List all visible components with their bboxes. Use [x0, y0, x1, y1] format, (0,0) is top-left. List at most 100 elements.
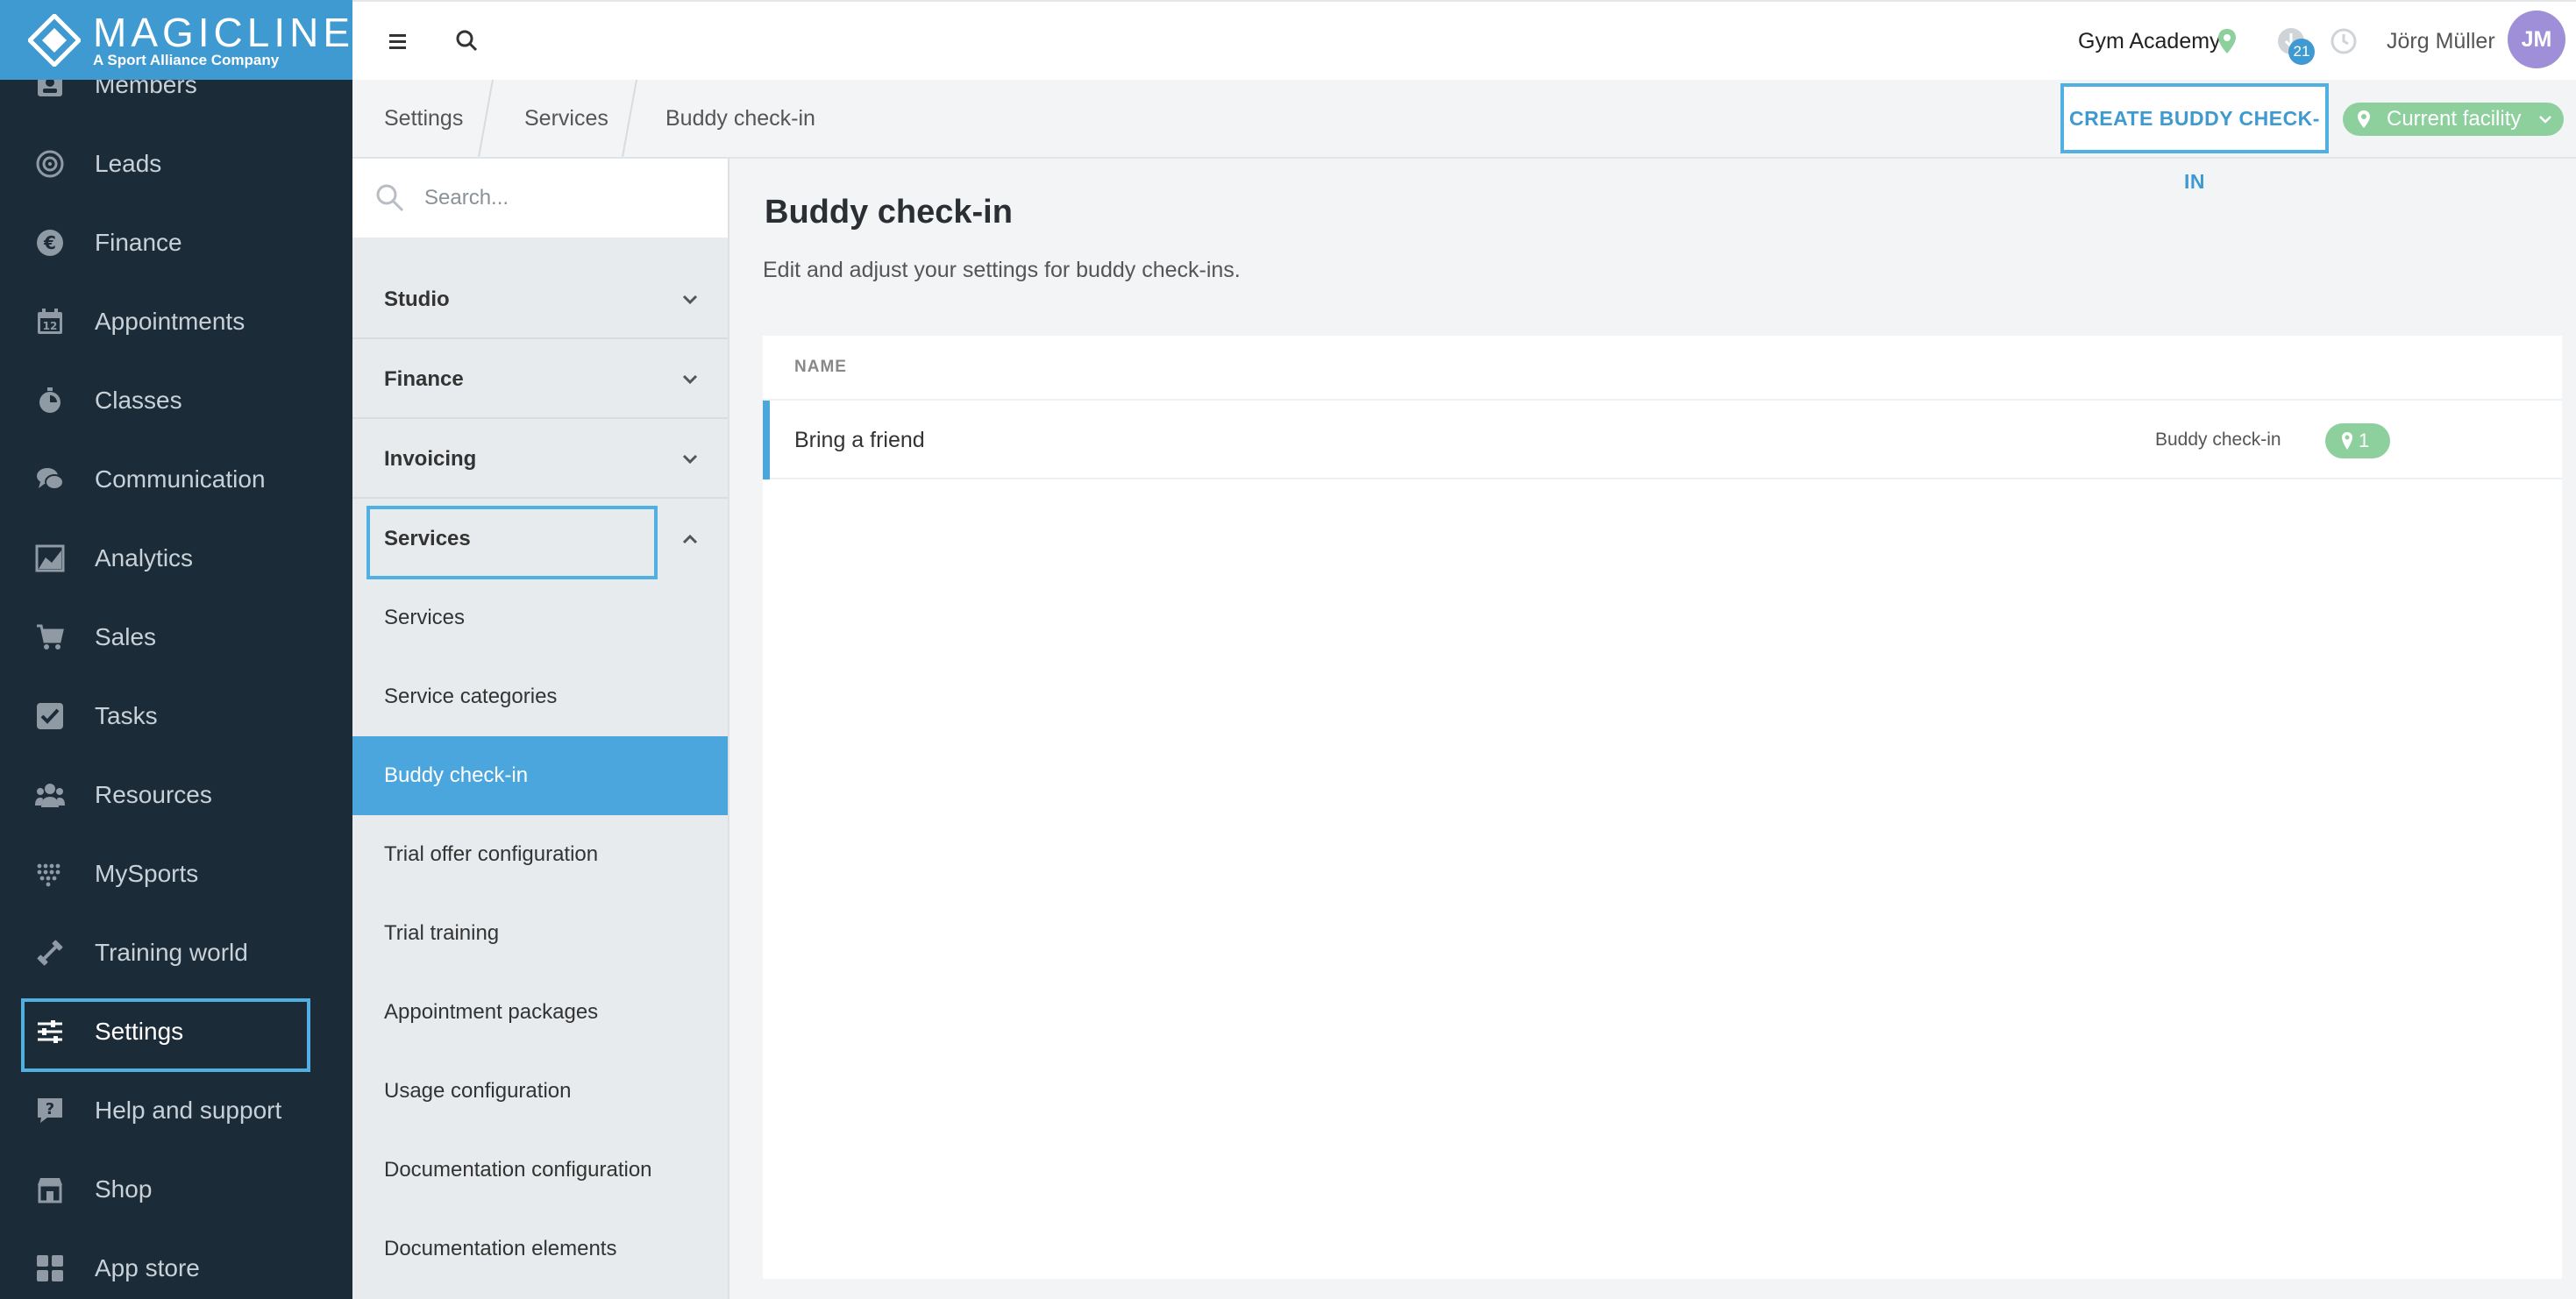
chevron-up-icon: [682, 534, 698, 544]
subnav-item-buddy-check-in[interactable]: Buddy check-in: [352, 736, 728, 815]
subnav-group-studio[interactable]: Studio: [352, 260, 728, 339]
chart-area-icon: [35, 544, 65, 572]
subnav-group-label: Finance: [384, 367, 464, 391]
chevron-down-icon: [682, 454, 698, 465]
services-highlight-frame: [366, 506, 658, 579]
location-pin-icon: [2358, 110, 2370, 128]
studio-name[interactable]: Gym Academy: [2078, 26, 2221, 56]
sidebar-item-label: Tasks: [95, 702, 158, 729]
sidebar-item-appointments[interactable]: 12 Appointments: [0, 283, 352, 360]
main-sidebar: Members Leads € Finance 12 Appointments …: [0, 0, 352, 1299]
sidebar-item-analytics[interactable]: Analytics: [0, 520, 352, 597]
breadcrumb-item-services[interactable]: Services: [524, 80, 608, 157]
subnav-item-trial-training[interactable]: Trial training: [352, 894, 728, 973]
sidebar-item-leads[interactable]: Leads: [0, 125, 352, 202]
app-grid-icon: [37, 1255, 63, 1281]
svg-text:€: €: [43, 232, 56, 253]
breadcrumb-separator: [478, 80, 494, 157]
svg-text:12: 12: [43, 320, 58, 332]
euro-icon: €: [37, 230, 63, 256]
subnav-item-documentation-configuration[interactable]: Documentation configuration: [352, 1131, 728, 1210]
breadcrumb-item-settings[interactable]: Settings: [384, 80, 463, 157]
top-bar: Gym Academy 21 Jörg Müller JM: [352, 0, 2576, 80]
sidebar-item-label: Finance: [95, 229, 182, 256]
svg-text:?: ?: [46, 1100, 54, 1118]
brand-tagline: A Sport Alliance Company: [93, 52, 280, 68]
sidebar-item-label: Communication: [95, 465, 266, 493]
magicline-diamond-icon: [28, 14, 81, 67]
hamburger-menu-icon[interactable]: [382, 26, 412, 56]
cart-icon: [37, 624, 64, 650]
stopwatch-icon: [39, 387, 60, 413]
subnav-item-service-categories[interactable]: Service categories: [352, 657, 728, 736]
settings-search: [352, 159, 728, 238]
sidebar-item-resources[interactable]: Resources: [0, 756, 352, 834]
sidebar-item-label: Shop: [95, 1175, 153, 1203]
main-content: Buddy check-in Edit and adjust your sett…: [729, 159, 2576, 1299]
subnav-item-usage-configuration[interactable]: Usage configuration: [352, 1052, 728, 1131]
avatar[interactable]: JM: [2508, 11, 2565, 68]
facility-count-badge[interactable]: 1: [2325, 423, 2390, 458]
sidebar-item-classes[interactable]: Classes: [0, 362, 352, 439]
target-icon: [36, 150, 64, 178]
notifications-button[interactable]: 21: [2276, 26, 2315, 65]
breadcrumb-separator: [622, 80, 637, 157]
user-name[interactable]: Jörg Müller: [2387, 26, 2495, 56]
sidebar-item-tasks[interactable]: Tasks: [0, 678, 352, 755]
search-input[interactable]: [423, 178, 712, 218]
location-pin-icon: [2218, 29, 2236, 53]
sidebar-item-communication[interactable]: Communication: [0, 441, 352, 518]
subnav-group-finance[interactable]: Finance: [352, 340, 728, 419]
search-icon[interactable]: [452, 26, 482, 56]
subnav-item-documentation-elements[interactable]: Documentation elements: [352, 1210, 728, 1288]
sidebar-item-label: Appointments: [95, 308, 246, 335]
breadcrumb: Settings Services Buddy check-in CREATE …: [352, 80, 2576, 193]
column-header-name[interactable]: NAME: [794, 336, 847, 399]
page-title: Buddy check-in: [765, 194, 1013, 231]
breadcrumb-item-buddy-check-in: Buddy check-in: [665, 106, 815, 131]
sidebar-item-label: Resources: [95, 781, 212, 808]
subnav-group-label: Studio: [384, 287, 450, 311]
current-facility-label: Current facility: [2387, 107, 2522, 131]
subnav-item-services[interactable]: Services: [352, 579, 728, 657]
search-icon: [376, 184, 404, 212]
sidebar-item-label: Leads: [95, 150, 162, 177]
buddy-check-in-table: NAME Bring a friend Buddy check-in 1: [763, 336, 2562, 1279]
subnav-group-invoicing[interactable]: Invoicing: [352, 420, 728, 499]
people-group-icon: [35, 784, 65, 807]
sidebar-item-label: App store: [95, 1254, 200, 1281]
subnav-item-appointment-packages[interactable]: Appointment packages: [352, 973, 728, 1052]
brand-logo[interactable]: MAGICLINE A Sport Alliance Company: [0, 0, 352, 80]
row-selection-marker: [763, 401, 770, 479]
sidebar-item-help-and-support[interactable]: ? Help and support: [0, 1072, 352, 1149]
notification-count-badge: 21: [2288, 39, 2315, 65]
sidebar-item-sales[interactable]: Sales: [0, 599, 352, 676]
chevron-down-icon: [2539, 116, 2551, 124]
sidebar-item-mysports[interactable]: MySports: [0, 835, 352, 912]
row-name: Bring a friend: [794, 428, 925, 452]
sidebar-item-label: Help and support: [95, 1097, 282, 1124]
sidebar-item-label: MySports: [95, 860, 199, 887]
sidebar-item-app-store[interactable]: App store: [0, 1230, 352, 1299]
row-type: Buddy check-in: [2155, 429, 2281, 450]
create-buddy-check-in-button[interactable]: CREATE BUDDY CHECK-IN: [2060, 83, 2329, 193]
chevron-down-icon: [682, 295, 698, 305]
dots-grid-icon: [37, 863, 60, 887]
chat-bubbles-icon: [37, 468, 64, 490]
subnav-group-label: Invoicing: [384, 447, 477, 471]
settings-subnav: Studio Finance Invoicing Services Servic…: [352, 159, 729, 1299]
subnav-item-trial-offer-configuration[interactable]: Trial offer configuration: [352, 815, 728, 894]
help-icon: ?: [38, 1098, 62, 1123]
sidebar-item-finance[interactable]: € Finance: [0, 204, 352, 281]
table-row[interactable]: Bring a friend Buddy check-in 1: [763, 399, 2562, 479]
current-facility-dropdown[interactable]: Current facility: [2343, 103, 2564, 136]
sidebar-item-training-world[interactable]: Training world: [0, 914, 352, 991]
store-icon: [38, 1178, 62, 1203]
dumbbell-icon: [37, 940, 63, 966]
clock-icon[interactable]: [2329, 26, 2359, 56]
checkbox-icon: [37, 703, 63, 729]
settings-highlight-frame: [21, 998, 310, 1072]
sidebar-item-label: Classes: [95, 387, 182, 414]
facility-count: 1: [2359, 429, 2370, 451]
sidebar-item-shop[interactable]: Shop: [0, 1151, 352, 1228]
